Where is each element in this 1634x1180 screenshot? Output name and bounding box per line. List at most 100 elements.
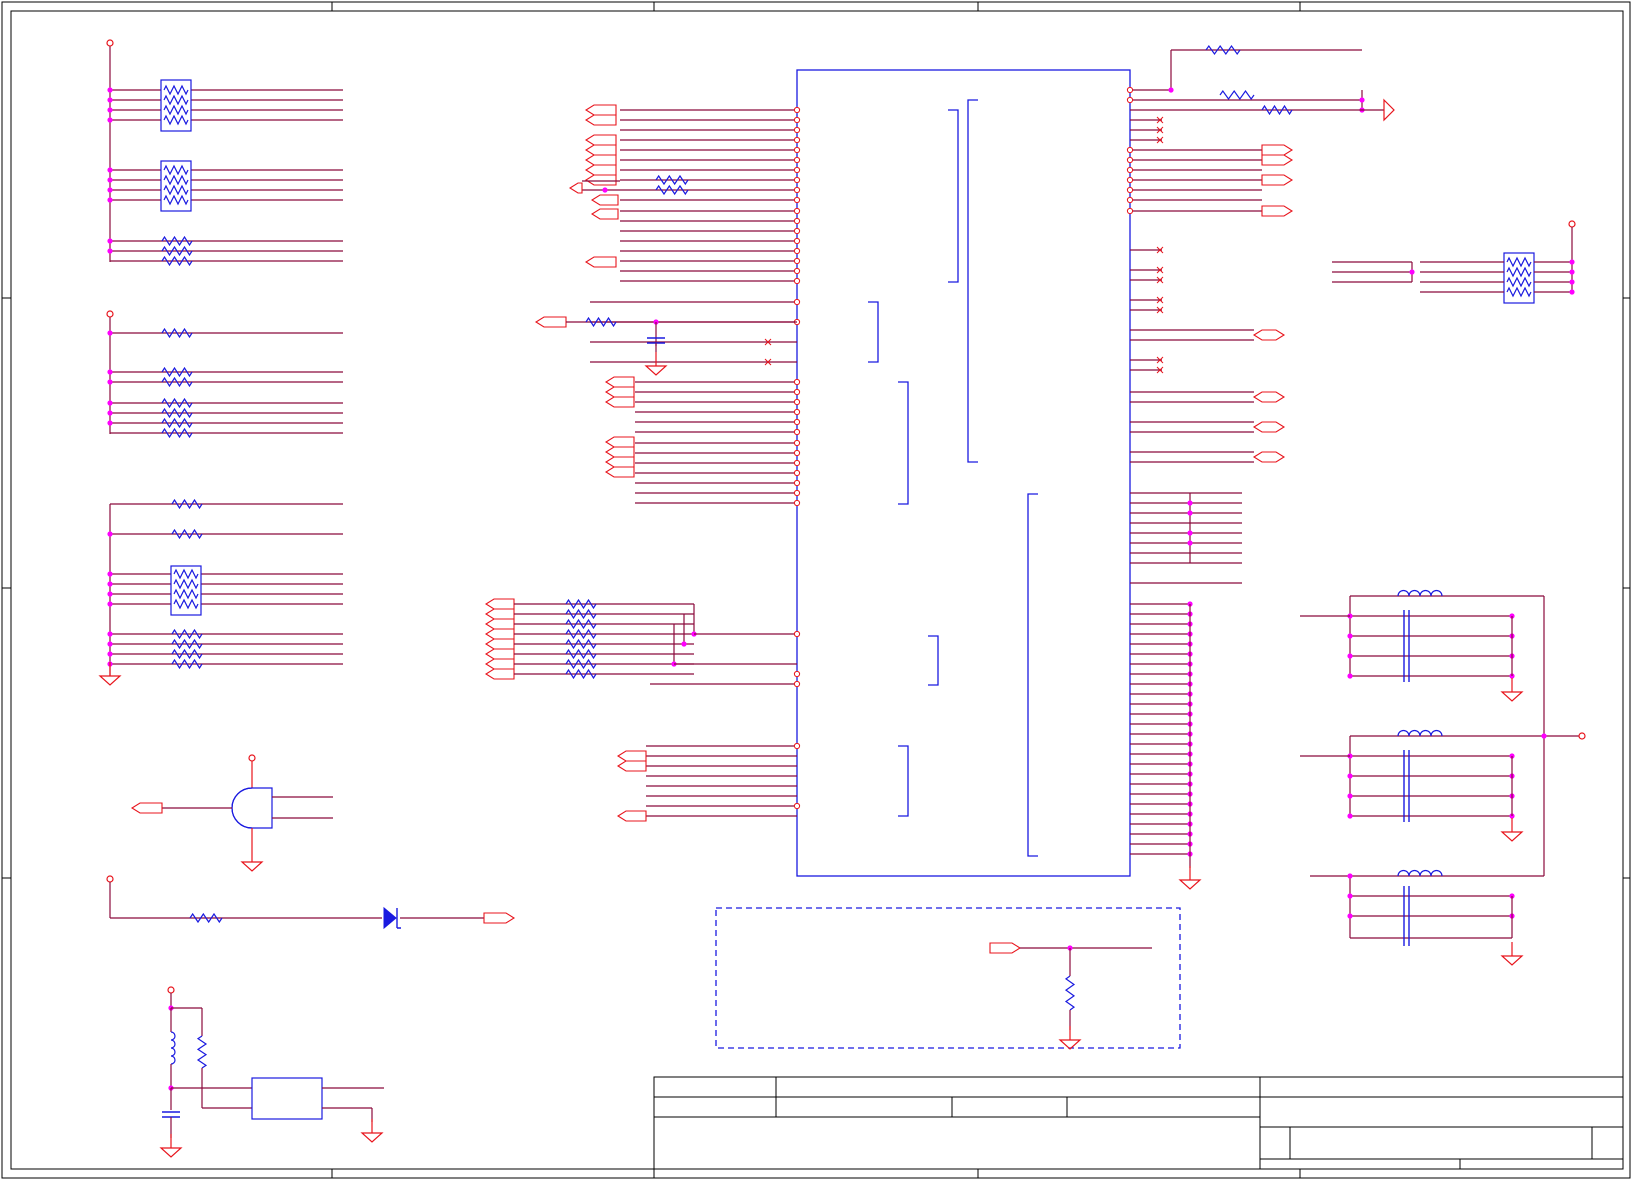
port-flag-icon [604,386,635,398]
resistor-icon [196,1035,208,1069]
inductor-icon [1397,869,1443,877]
port-flag-icon [484,628,515,640]
ground-icon [159,1147,183,1158]
ground-icon [644,365,668,376]
power-pin-icon [167,986,175,994]
resistor-icon [565,608,597,620]
port-flag-icon [1252,391,1286,403]
port-flag-icon [584,144,617,156]
pin-circle [793,126,801,134]
schematic-drawing [1,1,1631,1179]
junction-dot [1187,500,1193,506]
power-pin-icon [1578,732,1586,740]
junction-dot [1569,259,1575,265]
pin-circle [793,408,801,416]
port-flag-icon [604,396,635,408]
pin-circle [793,217,801,225]
resistor-icon [1219,89,1255,101]
resistor-icon [161,245,193,257]
pin-circle [793,166,801,174]
pin-circle [793,136,801,144]
port-flag-icon [534,316,567,328]
port-flag-icon [1252,329,1286,341]
inductor-icon [1397,729,1443,737]
junction-dot [1541,733,1547,739]
junction-dot [107,330,113,336]
port-flag-icon [484,608,515,620]
junction-dot [1187,540,1193,546]
ground-icon [360,1132,384,1143]
power-pin-icon [248,754,256,762]
junction-dot [1347,633,1353,639]
ground-icon [1178,879,1202,890]
junction-dot [107,591,113,597]
resistor-icon [171,658,203,670]
junction-dot [107,197,113,203]
port-flag-icon [584,164,617,176]
pin-circle [793,489,801,497]
resistor-icon [161,407,193,419]
pin-circle [1126,156,1134,164]
port-flag-icon [604,436,635,448]
junction-dot [107,641,113,647]
junction-dot [107,410,113,416]
ground-icon [1500,691,1524,702]
junction-dot [107,571,113,577]
junction-dot [107,420,113,426]
pin-circle [793,207,801,215]
ground-icon [1500,955,1524,966]
pin-circle [793,742,801,750]
junction-dot [107,400,113,406]
junction-dot [107,177,113,183]
pin-circle [793,479,801,487]
resistor-icon [161,376,193,388]
junction-dot [1347,893,1353,899]
pin-circle [1126,196,1134,204]
bus-brackets [868,99,1038,857]
resistor-icon [565,648,597,660]
junction-dot [1347,813,1353,819]
ground-icon [1500,831,1524,842]
junction-dot [107,379,113,385]
port-flag-icon [584,104,617,116]
port-flag-icon [484,638,515,650]
pin-circle [793,418,801,426]
port-flag-icon [584,114,617,126]
resistor-icon [161,366,193,378]
port-flag-icon [616,760,647,772]
port-flag-icon [1261,205,1294,217]
resistor-icon [655,184,689,196]
main-ic-body [796,69,1131,877]
port-flag-icon [584,154,617,166]
resistor-icon [565,638,597,650]
pin-circle [793,630,801,638]
junction-dot [107,651,113,657]
power-pin-icon [106,310,114,318]
port-flag-icon [484,598,515,610]
junction-dot [1347,913,1353,919]
pin-circle [793,378,801,386]
junction-dot [107,187,113,193]
regulator-icon [251,1077,323,1120]
port-flag-icon [604,376,635,388]
port-flag-icon [1383,98,1395,122]
port-flag-icon [1252,451,1286,463]
junction-dot [107,631,113,637]
junction-dot [1347,673,1353,679]
port-flag-icon [584,174,617,186]
pin-circle [793,237,801,245]
port-flag-icon [616,810,647,822]
port-flag-icon [584,256,617,268]
junction-dot [1347,773,1353,779]
pin-circle [793,469,801,477]
pin-circle [793,176,801,184]
resistor-icon [161,235,193,247]
port-flag-icon [568,182,583,194]
port-flag-icon [604,446,635,458]
pin-circle [1126,186,1134,194]
resistor-icon [655,174,689,186]
resistor-icon [1261,104,1293,116]
resistor-icon [171,628,203,640]
resistor-icon [161,255,193,267]
port-flag-icon [1261,144,1294,156]
